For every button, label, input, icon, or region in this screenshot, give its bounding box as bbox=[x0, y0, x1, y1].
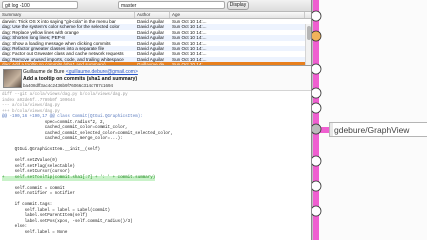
commit-sha1: ba408dff3ac4c2436b9f76066c314c787c1694 bbox=[23, 83, 113, 88]
diff-line: self.setZValue(0) bbox=[2, 159, 58, 163]
diff-line: else: bbox=[2, 225, 28, 229]
diff-line: label.setParentItem(self) bbox=[2, 214, 88, 218]
diff-line: if commit.tags: bbox=[2, 203, 53, 207]
column-age[interactable]: Age bbox=[170, 12, 305, 18]
diff-view[interactable]: diff --git a/cola/views/dag.py b/cola/vi… bbox=[0, 91, 311, 240]
commit-node[interactable] bbox=[312, 205, 322, 217]
commit-node[interactable] bbox=[312, 87, 322, 99]
author-name: Guillaume de Bure bbox=[23, 69, 65, 75]
display-button[interactable]: Display bbox=[227, 1, 249, 10]
diff-line: @@ -190,16 +190,17 @@ class Commit(QtGui… bbox=[2, 115, 143, 119]
diff-line: self.notifier = notifier bbox=[2, 192, 75, 196]
diff-line: cached_commit_selected_color=commit_sele… bbox=[2, 131, 173, 136]
commit-node-selected[interactable] bbox=[312, 30, 322, 42]
diff-line: cached_commit_merge_color=...): bbox=[2, 137, 123, 141]
commit-node[interactable] bbox=[312, 63, 322, 75]
diff-line: diff --git a/cola/views/dag.py b/cola/vi… bbox=[2, 93, 128, 97]
diff-line: cached_commit_color=commit_color, bbox=[2, 126, 128, 130]
diff-line: --- a/cola/views/dag.py bbox=[2, 104, 60, 108]
log-command-input[interactable]: git log -100 bbox=[2, 1, 78, 9]
diff-line: spec=commit.radius*2, 2, bbox=[2, 120, 106, 125]
commit-node[interactable] bbox=[312, 155, 322, 167]
diff-line: self.setCursor(cursor) bbox=[2, 170, 70, 174]
author-avatar bbox=[3, 69, 22, 88]
commit-node[interactable] bbox=[312, 102, 322, 114]
commit-node-highlighted[interactable] bbox=[312, 123, 322, 135]
table-body: darwin: Trick OS X into saying "git-cola… bbox=[0, 19, 311, 65]
diff-line: self.commit = commit bbox=[2, 186, 65, 191]
branch-tag-text: gdebure/GraphView bbox=[334, 125, 410, 135]
diff-line: +++ b/cola/views/dag.py bbox=[2, 109, 60, 114]
column-author[interactable]: Author bbox=[135, 12, 170, 18]
diff-line: index a92de5f..7789b0f 100644 bbox=[2, 98, 75, 103]
diff-line: + self.setToolTip(commit.sha1[:7] + ': '… bbox=[2, 175, 156, 181]
branch-filter-input[interactable]: master bbox=[118, 1, 225, 9]
author-email[interactable]: <guillaume.debure@gmail.com> bbox=[66, 69, 138, 75]
history-pane: git log -100 master Display Summary Auth… bbox=[0, 0, 311, 240]
diff-line: label.setPos(xpos, -self.commit_radius()… bbox=[2, 219, 133, 224]
commit-node[interactable] bbox=[312, 180, 322, 192]
commit-author-line: Guillaume de Bure <guillaume.debure@gmai… bbox=[23, 69, 138, 75]
table-header: Summary Author Age bbox=[0, 12, 311, 19]
diff-line: self.label = None bbox=[2, 230, 68, 235]
toolbar: git log -100 master Display bbox=[0, 0, 311, 12]
commit-table[interactable]: Summary Author Age darwin: Trick OS X in… bbox=[0, 12, 311, 66]
commit-summary: Add a tooltip on commits (sha1 and summa… bbox=[23, 76, 138, 82]
diff-line: self.label = label = Label(commit) bbox=[2, 208, 111, 213]
diff-line: QtGui.QGraphicsItem.__init__(self) bbox=[2, 148, 101, 152]
commit-node[interactable] bbox=[312, 10, 322, 22]
graph-canvas bbox=[312, 0, 329, 240]
column-summary[interactable]: Summary bbox=[0, 12, 135, 18]
dag-graph-view[interactable]: gdebure/GraphView bbox=[312, 0, 427, 240]
diff-line: self.setFlag(selectable) bbox=[2, 164, 75, 169]
branch-tag-label[interactable]: gdebure/GraphView bbox=[329, 122, 427, 137]
